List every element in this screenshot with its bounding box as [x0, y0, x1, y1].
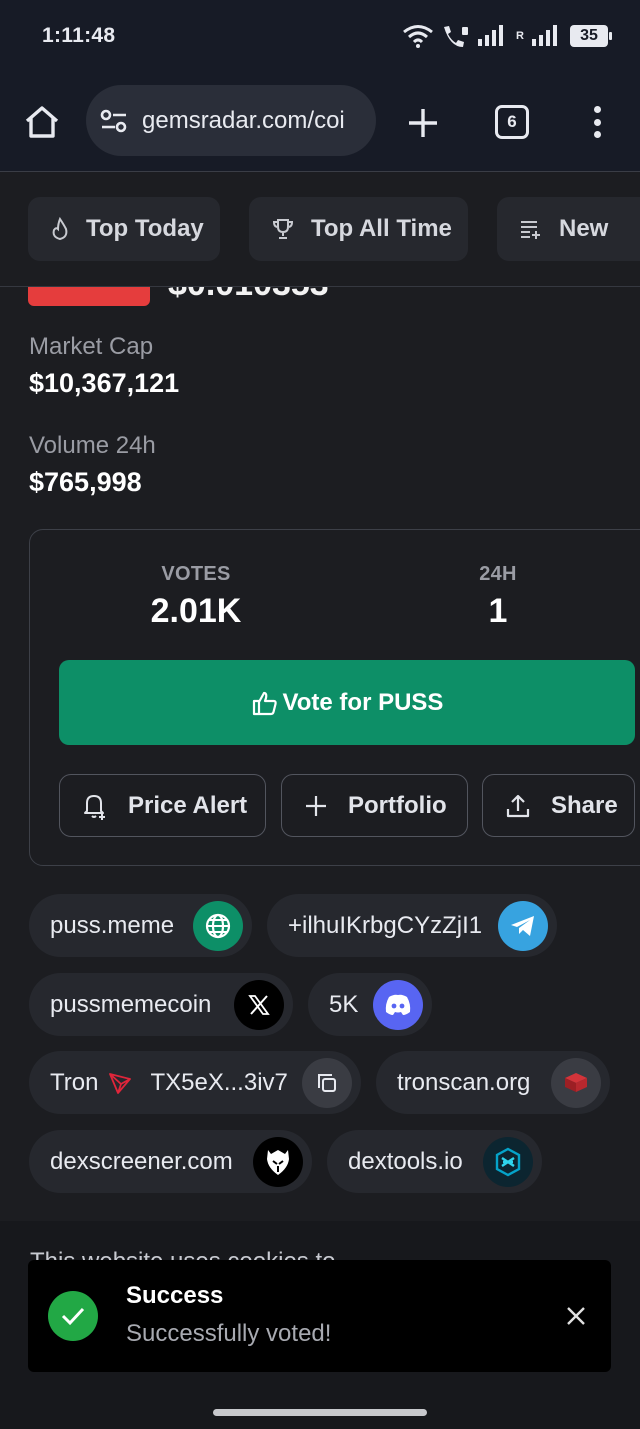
price-alert-label: Price Alert — [128, 791, 248, 819]
new-tab-button[interactable] — [402, 102, 444, 144]
filter-top-today[interactable]: Top Today — [28, 197, 220, 261]
telegram-label: +ilhuIKrbgCYzZjI1 — [288, 911, 483, 939]
portfolio-label: Portfolio — [348, 791, 447, 819]
signal-2-icon — [532, 25, 557, 46]
browser-toolbar: gemsradar.com/coi 6 — [0, 72, 640, 172]
tronscan-icon — [551, 1058, 601, 1108]
contract-address: TX5eX...3iv7 — [150, 1068, 288, 1096]
dexscreener-icon — [253, 1137, 303, 1187]
price-value: $0.010353 — [168, 287, 363, 299]
explorer-label: tronscan.org — [397, 1068, 531, 1096]
trophy-icon — [272, 219, 294, 239]
dexscreener-label: dexscreener.com — [50, 1147, 233, 1175]
dextools-label: dextools.io — [348, 1147, 463, 1175]
roaming-indicator: R — [516, 30, 524, 42]
gesture-bar[interactable] — [213, 1409, 427, 1416]
site-settings-icon[interactable] — [100, 107, 128, 135]
votes-24h-value: 1 — [488, 592, 508, 630]
discord-link[interactable]: 5K — [308, 973, 432, 1036]
wifi-icon — [403, 25, 433, 48]
votes-total: VOTES 2.01K — [116, 563, 276, 631]
explorer-link[interactable]: tronscan.org — [376, 1051, 610, 1114]
address-bar[interactable]: gemsradar.com/coi — [86, 85, 376, 156]
dextools-icon — [483, 1137, 533, 1187]
volume-value: $765,998 — [29, 467, 142, 497]
filter-top-all-time-label: Top All Time — [311, 215, 452, 242]
price-change-badge — [28, 287, 150, 306]
wifi-call-icon — [444, 26, 469, 47]
filter-bar: Top Today Top All Time New — [0, 173, 640, 287]
chain-label: Tron — [50, 1068, 99, 1096]
vote-card: VOTES 2.01K 24H 1 Vote for PUSS Price Al… — [29, 529, 640, 866]
toast-message: Successfully voted! — [126, 1320, 332, 1347]
twitter-link[interactable]: pussmemecoin — [29, 973, 293, 1036]
home-icon — [25, 106, 59, 138]
status-icons: R 35 — [402, 22, 612, 50]
status-bar: 1:11:48 R 35 — [0, 0, 640, 72]
filter-top-today-label: Top Today — [86, 215, 204, 242]
close-icon[interactable] — [563, 1303, 589, 1329]
telegram-link[interactable]: +ilhuIKrbgCYzZjI1 — [267, 894, 557, 957]
vote-button-label: Vote for PUSS — [282, 688, 444, 716]
tron-icon — [109, 1072, 132, 1094]
success-toast: Success Successfully voted! — [28, 1260, 611, 1372]
website-link[interactable]: puss.meme — [29, 894, 252, 957]
filter-new[interactable]: New — [497, 197, 640, 261]
url-text[interactable]: gemsradar.com/coi — [142, 107, 345, 135]
copy-icon[interactable] — [302, 1058, 352, 1108]
dextools-link[interactable]: dextools.io — [327, 1130, 542, 1193]
votes-label: VOTES — [161, 563, 231, 585]
discord-label: 5K — [329, 990, 359, 1018]
upload-icon — [506, 794, 530, 817]
toast-title: Success — [126, 1282, 224, 1309]
thumbs-up-icon — [252, 691, 277, 715]
vote-button[interactable]: Vote for PUSS — [59, 660, 635, 745]
globe-icon — [193, 901, 243, 951]
battery-icon: 35 — [570, 25, 612, 47]
filter-top-all-time[interactable]: Top All Time — [249, 197, 468, 261]
browser-menu-button[interactable] — [584, 104, 610, 140]
website-label: puss.meme — [50, 911, 175, 939]
votes-24h-label: 24H — [479, 563, 517, 585]
check-circle-icon — [48, 1291, 98, 1341]
votes-value: 2.01K — [150, 592, 242, 630]
share-label: Share — [551, 791, 618, 819]
tab-switcher-button[interactable]: 6 — [495, 105, 529, 139]
filter-new-label: New — [559, 215, 609, 242]
votes-24h: 24H 1 — [438, 563, 558, 631]
price-text: $0.010353 — [168, 287, 329, 299]
volume-label: Volume 24h — [29, 432, 156, 459]
bell-plus-icon — [84, 794, 105, 820]
dexscreener-link[interactable]: dexscreener.com — [29, 1130, 312, 1193]
share-button[interactable]: Share — [482, 774, 635, 837]
price-alert-button[interactable]: Price Alert — [59, 774, 266, 837]
signal-icon — [478, 25, 504, 46]
status-time: 1:11:48 — [42, 24, 116, 47]
telegram-icon — [498, 901, 548, 951]
portfolio-button[interactable]: Portfolio — [281, 774, 468, 837]
market-cap-value: $10,367,121 — [29, 368, 180, 398]
home-button[interactable] — [22, 102, 62, 142]
tab-count: 6 — [507, 112, 517, 131]
x-icon — [234, 980, 284, 1030]
battery-level: 35 — [580, 27, 598, 44]
flame-icon — [52, 217, 68, 241]
plus-icon — [306, 795, 326, 816]
list-add-icon — [521, 221, 540, 239]
twitter-label: pussmemecoin — [50, 990, 212, 1018]
discord-icon — [373, 980, 423, 1030]
market-cap-label: Market Cap — [29, 333, 154, 360]
contract-chip[interactable]: Tron TX5eX...3iv7 — [29, 1051, 361, 1114]
